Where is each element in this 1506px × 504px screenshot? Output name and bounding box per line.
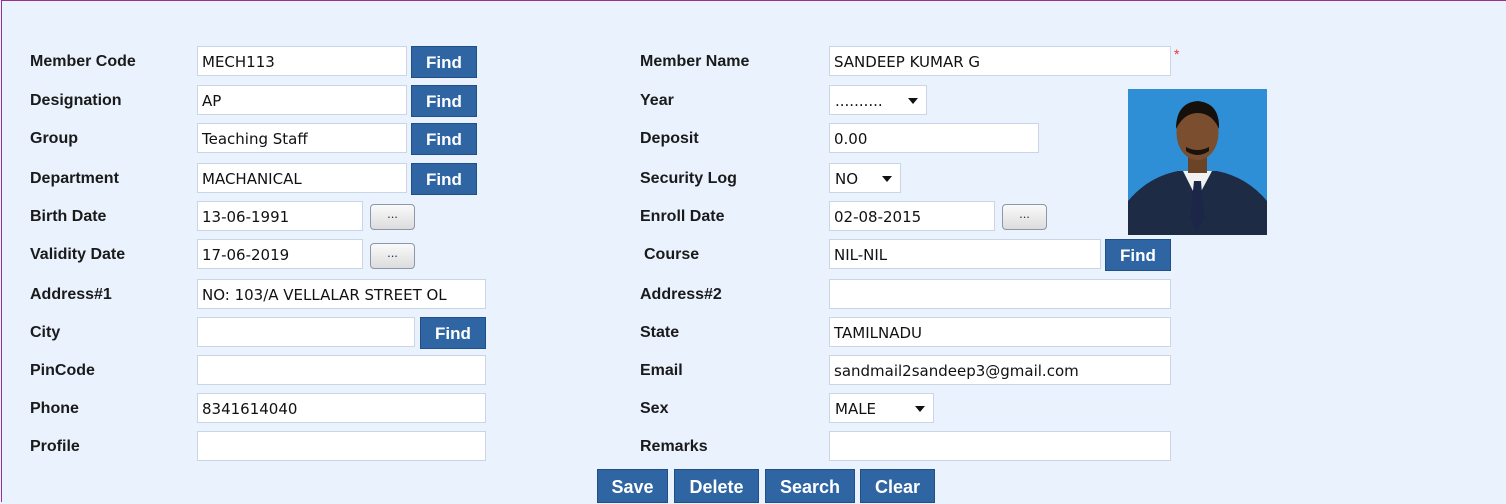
profile-input[interactable]: [197, 431, 486, 461]
find-group-button[interactable]: Find: [411, 123, 477, 155]
group-input[interactable]: Teaching Staff: [197, 123, 407, 153]
address2-input[interactable]: [829, 279, 1171, 309]
birth-date-label: Birth Date: [30, 208, 107, 225]
remarks-input[interactable]: [829, 431, 1171, 461]
clear-button[interactable]: Clear: [860, 469, 935, 503]
chevron-down-icon: [915, 406, 925, 412]
validity-date-input[interactable]: 17-06-2019: [197, 239, 363, 269]
city-input[interactable]: [197, 317, 415, 347]
profile-label: Profile: [30, 438, 80, 455]
state-label: State: [640, 324, 680, 341]
security-log-select-value: NO: [835, 170, 859, 188]
course-input[interactable]: NIL-NIL: [829, 239, 1101, 269]
member-photo: [1128, 89, 1267, 235]
enroll-date-label: Enroll Date: [640, 208, 725, 225]
birth-date-input[interactable]: 13-06-1991: [197, 201, 363, 231]
member-name-input[interactable]: SANDEEP KUMAR G: [829, 46, 1171, 76]
save-button[interactable]: Save: [597, 469, 668, 503]
address1-input[interactable]: NO: 103/A VELLALAR STREET OL: [197, 279, 486, 309]
birth-date-picker-button[interactable]: ...: [370, 204, 415, 230]
city-label: City: [30, 324, 61, 341]
delete-button[interactable]: Delete: [674, 469, 759, 503]
required-marker: *: [1174, 46, 1180, 62]
designation-label: Designation: [30, 92, 122, 109]
security-log-label: Security Log: [640, 170, 737, 187]
designation-input[interactable]: AP: [197, 85, 407, 115]
year-select-value: ..........: [835, 92, 883, 110]
find-city-button[interactable]: Find: [420, 317, 486, 349]
enroll-date-picker-button[interactable]: ...: [1002, 204, 1047, 230]
phone-input[interactable]: 8341614040: [197, 393, 486, 423]
find-designation-button[interactable]: Find: [411, 85, 477, 117]
department-input[interactable]: MACHANICAL: [197, 163, 407, 193]
pincode-input[interactable]: [197, 355, 486, 385]
remarks-label: Remarks: [640, 438, 708, 455]
year-select[interactable]: ..........: [829, 85, 927, 115]
security-log-select[interactable]: NO: [829, 163, 901, 193]
member-photo-image: [1128, 89, 1267, 235]
member-code-input[interactable]: MECH113: [197, 46, 407, 76]
find-department-button[interactable]: Find: [411, 163, 477, 195]
sex-label: Sex: [640, 400, 669, 417]
department-label: Department: [30, 170, 119, 187]
sex-select[interactable]: MALE: [829, 393, 934, 423]
address1-label: Address#1: [30, 286, 112, 303]
phone-label: Phone: [30, 400, 79, 417]
find-member-code-button[interactable]: Find: [411, 46, 477, 78]
group-label: Group: [30, 130, 78, 147]
validity-date-label: Validity Date: [30, 246, 126, 263]
chevron-down-icon: [882, 176, 892, 182]
pincode-label: PinCode: [30, 362, 95, 379]
address2-label: Address#2: [640, 286, 722, 303]
member-code-label: Member Code: [30, 53, 136, 70]
member-form: Member Code MECH113 Find Designation AP …: [1, 0, 1506, 503]
enroll-date-input[interactable]: 02-08-2015: [829, 201, 995, 231]
course-label: Course: [644, 246, 700, 263]
chevron-down-icon: [908, 98, 918, 104]
deposit-label: Deposit: [640, 130, 699, 147]
sex-select-value: MALE: [835, 400, 877, 418]
year-label: Year: [640, 92, 674, 109]
member-name-label: Member Name: [640, 53, 750, 70]
email-input[interactable]: sandmail2sandeep3@gmail.com: [829, 355, 1171, 385]
search-button[interactable]: Search: [765, 469, 855, 503]
state-input[interactable]: TAMILNADU: [829, 317, 1171, 347]
email-label: Email: [640, 362, 683, 379]
find-course-button[interactable]: Find: [1105, 239, 1171, 271]
deposit-input[interactable]: 0.00: [829, 123, 1039, 153]
validity-date-picker-button[interactable]: ...: [370, 243, 415, 269]
